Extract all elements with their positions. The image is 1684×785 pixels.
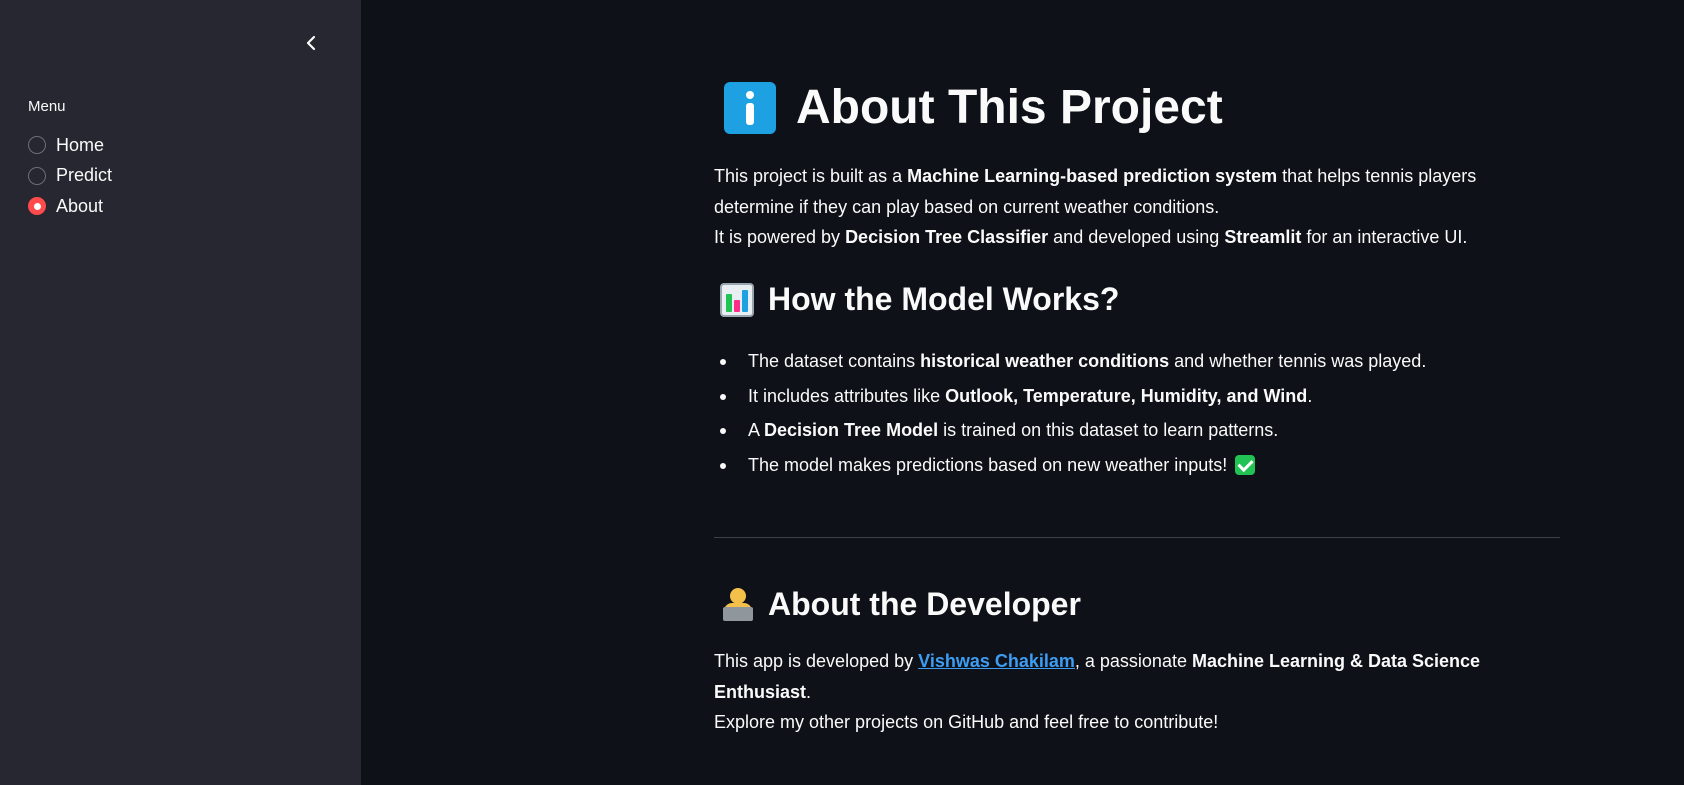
- chevron-left-icon: [306, 35, 316, 51]
- intro-text: This project is built as a: [714, 166, 908, 186]
- bullet-text: The dataset contains: [748, 351, 921, 371]
- radio-button[interactable]: [28, 166, 46, 185]
- radio-label: About: [56, 195, 104, 216]
- list-item: A Decision Tree Model is trained on this…: [714, 413, 1426, 448]
- collapse-sidebar-button[interactable]: [298, 30, 324, 56]
- intro-bold: Streamlit: [1224, 227, 1302, 247]
- list-item: The dataset contains historical weather …: [714, 344, 1426, 379]
- bullet-text: It includes attributes like: [748, 385, 946, 406]
- developer-text: , a passionate: [1074, 651, 1192, 671]
- developer-text: This app is developed by: [714, 651, 919, 671]
- bullet-text: is trained on this dataset to learn patt…: [938, 420, 1279, 440]
- app-root: Menu Home Predict About About This Proje…: [0, 0, 1684, 785]
- developer-heading-text: About the Developer: [768, 586, 1081, 622]
- bullet-text: A: [748, 420, 765, 440]
- sidebar: Menu Home Predict About: [0, 0, 361, 785]
- developer-paragraph: This app is developed by Vishwas Chakila…: [714, 646, 1560, 738]
- bullet-text: and whether tennis was played.: [1169, 351, 1427, 371]
- radio-option-home[interactable]: Home: [28, 130, 112, 161]
- information-icon: [724, 81, 776, 134]
- menu-label: Menu: [28, 98, 66, 115]
- intro-text: and developed using: [1048, 227, 1225, 247]
- intro-text: for an interactive UI.: [1301, 227, 1468, 247]
- developer-section-heading: About the Developer: [720, 586, 1081, 623]
- intro-paragraph: This project is built as a Machine Learn…: [714, 161, 1560, 253]
- model-bullet-list: The dataset contains historical weather …: [714, 344, 1426, 482]
- technologist-icon: [720, 587, 756, 623]
- bullet-text: .: [1307, 385, 1313, 406]
- radio-label: Predict: [56, 165, 113, 186]
- page-title-text: About This Project: [796, 81, 1223, 134]
- page-title: About This Project: [724, 80, 1223, 135]
- bullet-bold: Outlook, Temperature, Humidity, and Wind: [945, 385, 1308, 406]
- intro-bold: Machine Learning-based prediction system: [907, 166, 1278, 186]
- list-item: The model makes predictions based on new…: [714, 448, 1426, 483]
- menu-radio-group: Home Predict About: [28, 130, 112, 222]
- model-section-heading: How the Model Works?: [720, 281, 1119, 318]
- radio-button-selected[interactable]: [28, 197, 46, 216]
- radio-option-predict[interactable]: Predict: [28, 161, 112, 192]
- section-divider: [714, 537, 1560, 538]
- bar-chart-icon: [720, 282, 754, 317]
- check-mark-button-icon: [1235, 454, 1256, 475]
- developer-link[interactable]: Vishwas Chakilam: [918, 651, 1075, 671]
- model-heading-text: How the Model Works?: [768, 281, 1120, 317]
- radio-label: Home: [56, 134, 105, 155]
- list-item: It includes attributes like Outlook, Tem…: [714, 379, 1426, 414]
- intro-text: It is powered by: [714, 227, 846, 247]
- developer-text: Explore my other projects on GitHub and …: [714, 712, 1219, 732]
- bullet-bold: historical weather conditions: [920, 351, 1170, 371]
- radio-option-about[interactable]: About: [28, 191, 112, 222]
- bullet-text: The model makes predictions based on new…: [748, 454, 1228, 475]
- intro-bold: Decision Tree Classifier: [845, 227, 1049, 247]
- developer-text: .: [806, 681, 812, 702]
- radio-button[interactable]: [28, 136, 46, 155]
- bullet-bold: Decision Tree Model: [764, 420, 939, 440]
